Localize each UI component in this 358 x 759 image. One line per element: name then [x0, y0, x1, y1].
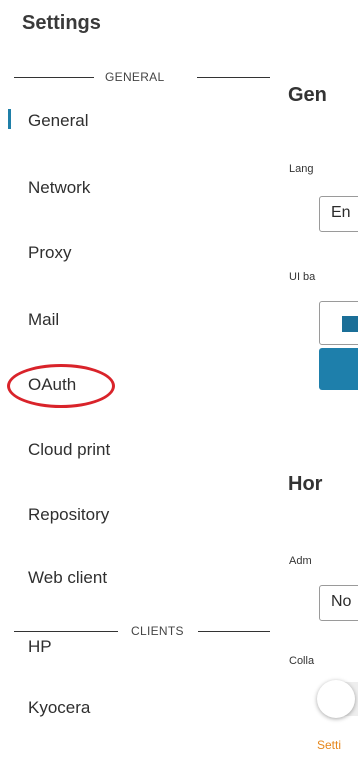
settings-content: Gen Lang En UI ba Hor Adm No Colla Setti — [285, 0, 358, 759]
ui-background-label: UI ba — [289, 271, 316, 283]
color-swatch — [342, 316, 358, 332]
sidebar-item-network[interactable]: Network — [28, 178, 90, 198]
divider-line — [198, 631, 270, 632]
section-title-home: Hor — [288, 473, 323, 495]
divider-line — [197, 77, 270, 78]
section-divider-clients: CLIENTS — [14, 624, 270, 638]
sidebar-item-oauth[interactable]: OAuth — [28, 375, 76, 395]
color-picker-field[interactable] — [319, 301, 358, 345]
language-select[interactable]: En — [319, 196, 358, 232]
admin-label: Adm — [289, 555, 312, 567]
sidebar-item-repository[interactable]: Repository — [28, 505, 109, 525]
sidebar-item-hp[interactable]: HP — [28, 637, 52, 657]
divider-line — [14, 631, 118, 632]
section-label-general: GENERAL — [105, 70, 165, 84]
sidebar-item-proxy[interactable]: Proxy — [28, 243, 71, 263]
language-label: Lang — [289, 163, 314, 175]
section-title-general: Gen — [288, 84, 327, 106]
settings-warning: Setti — [317, 738, 342, 752]
sidebar-item-web-client[interactable]: Web client — [28, 568, 107, 588]
admin-select[interactable]: No — [319, 585, 358, 621]
section-label-clients: CLIENTS — [131, 624, 184, 638]
primary-button[interactable] — [319, 348, 358, 390]
active-indicator — [8, 109, 11, 129]
toggle-knob[interactable] — [317, 680, 355, 718]
sidebar-item-mail[interactable]: Mail — [28, 310, 59, 330]
sidebar-item-general[interactable]: General — [28, 111, 88, 131]
sidebar-item-cloud-print[interactable]: Cloud print — [28, 440, 110, 460]
page-title: Settings — [22, 12, 101, 34]
collapse-label: Colla — [289, 655, 315, 667]
divider-line — [14, 77, 94, 78]
sidebar-item-kyocera[interactable]: Kyocera — [28, 698, 90, 718]
section-divider-general: GENERAL — [14, 70, 270, 84]
settings-sidebar: Settings GENERAL General Network Proxy M… — [0, 0, 280, 759]
